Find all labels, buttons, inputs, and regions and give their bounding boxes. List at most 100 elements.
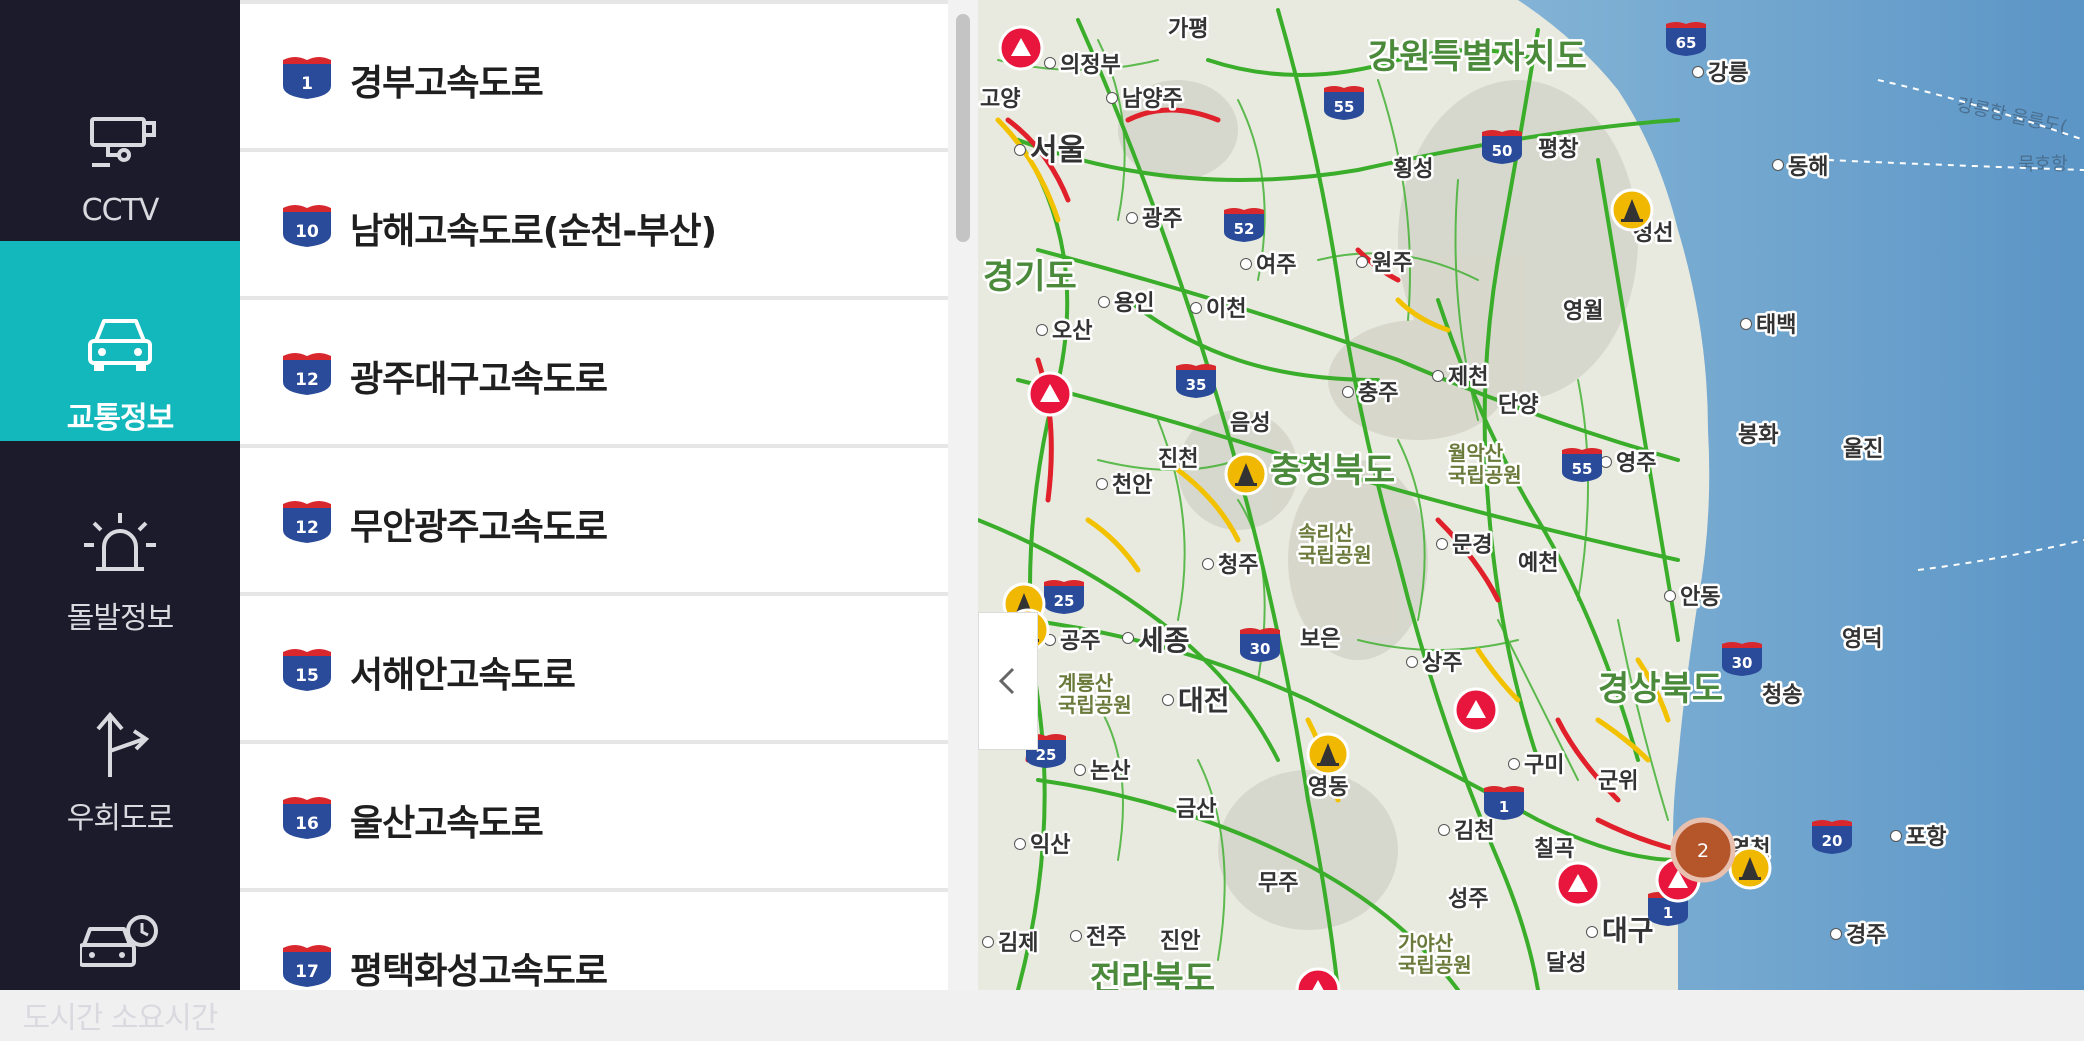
svg-text:공주: 공주 — [1060, 629, 1100, 654]
svg-text:천안: 천안 — [1112, 473, 1152, 498]
route-shield-icon: 25 — [1044, 580, 1084, 614]
svg-text:보은: 보은 — [1300, 627, 1340, 652]
svg-text:35: 35 — [1186, 376, 1207, 394]
side-nav: CCTV 교통정보 돌발정보 우회도로 도시간 소요시간 — [0, 0, 240, 1036]
svg-text:25: 25 — [1036, 746, 1057, 764]
highway-item[interactable]: 1 경부고속도로 — [240, 4, 948, 148]
svg-text:안동: 안동 — [1680, 585, 1720, 610]
svg-text:55: 55 — [1334, 98, 1355, 116]
nav-label-cctv: CCTV — [81, 193, 160, 228]
city-label: 달성 — [1544, 949, 1589, 979]
map-canvas[interactable]: 강원특별자치도 경기도 충청북도 경상북도 전라북도 월악산 국립공원 속리산 국립… — [978, 0, 2084, 990]
svg-text:대구: 대구 — [1602, 914, 1654, 947]
list-scrollbar[interactable] — [948, 0, 978, 990]
city-label: 무주 — [1256, 869, 1301, 899]
route-shield-icon: 52 — [1224, 208, 1264, 242]
highway-shield-icon: 12 — [283, 353, 331, 395]
city-label: 진천 — [1156, 445, 1201, 475]
svg-text:52: 52 — [1234, 220, 1255, 238]
svg-text:25: 25 — [1054, 592, 1075, 610]
cctv-icon — [90, 117, 156, 167]
construction-marker-icon[interactable] — [1610, 188, 1654, 232]
highway-shield-icon: 15 — [283, 649, 331, 691]
nav-item-cctv[interactable]: CCTV — [0, 41, 240, 241]
svg-text:김천: 김천 — [1454, 819, 1494, 844]
car-icon — [88, 319, 152, 371]
nav-item-traffic[interactable]: 교통정보 — [0, 241, 240, 441]
highway-number: 1 — [301, 74, 313, 94]
highway-item[interactable]: 15 서해안고속도로 — [240, 596, 948, 740]
nav-item-incident[interactable]: 돌발정보 — [0, 441, 240, 641]
highway-number: 12 — [295, 370, 319, 390]
svg-text:오산: 오산 — [1052, 319, 1092, 344]
highway-item[interactable]: 12 무안광주고속도로 — [240, 448, 948, 592]
svg-text:1: 1 — [1663, 904, 1673, 922]
svg-text:세종: 세종 — [1138, 624, 1190, 657]
svg-text:충주: 충주 — [1358, 381, 1398, 406]
svg-text:20: 20 — [1822, 832, 1843, 850]
construction-marker-icon[interactable] — [1728, 846, 1772, 890]
city-label: 봉화 — [1736, 421, 1781, 451]
svg-text:여주: 여주 — [1256, 253, 1296, 278]
city-label: 영월 — [1561, 297, 1606, 327]
svg-text:봉화: 봉화 — [1738, 423, 1778, 448]
route-shield-icon: 50 — [1482, 130, 1522, 164]
city-label: 음성 — [1228, 409, 1273, 439]
traffic-map[interactable]: 강원특별자치도 경기도 충청북도 경상북도 전라북도 월악산 국립공원 속리산 국립… — [978, 0, 2084, 990]
nav-item-detour[interactable]: 우회도로 — [0, 641, 240, 841]
highway-name: 경부고속도로 — [350, 63, 544, 104]
highway-name: 서해안고속도로 — [350, 655, 576, 696]
svg-text:영동: 영동 — [1308, 775, 1348, 800]
collapse-panel-button[interactable] — [978, 612, 1038, 750]
city-label: 가평 — [1166, 15, 1211, 45]
svg-text:청송: 청송 — [1762, 683, 1802, 708]
accident-marker-icon[interactable] — [1027, 371, 1073, 417]
highway-item[interactable]: 17 평택화성고속도로 — [240, 892, 948, 990]
highway-item[interactable]: 12 광주대구고속도로 — [240, 300, 948, 444]
city-label: 보은 — [1298, 625, 1343, 655]
route-shield-icon: 30 — [1240, 628, 1280, 662]
svg-text:가평: 가평 — [1168, 17, 1208, 42]
cluster-marker[interactable]: 2 — [1670, 817, 1736, 883]
highway-item[interactable]: 16 울산고속도로 — [240, 744, 948, 888]
svg-text:전주: 전주 — [1086, 925, 1126, 950]
nav-item-intercity-time[interactable]: 도시간 소요시간 — [0, 841, 240, 1041]
accident-marker-icon[interactable] — [998, 25, 1044, 71]
city-label: 예천 — [1516, 549, 1561, 579]
svg-text:대전: 대전 — [1178, 684, 1230, 717]
accident-marker-icon[interactable] — [1453, 687, 1499, 733]
svg-text:칠곡: 칠곡 — [1534, 837, 1574, 862]
city-label: 고양 — [978, 85, 1023, 115]
highway-number: 16 — [295, 814, 319, 834]
svg-text:남양주: 남양주 — [1122, 87, 1183, 112]
highway-item[interactable]: 10 남해고속도로(순천-부산) — [240, 152, 948, 296]
svg-text:동해: 동해 — [1788, 155, 1828, 180]
province-label: 경상북도 — [1598, 669, 1723, 709]
construction-marker-icon[interactable] — [1306, 732, 1350, 776]
accident-marker-icon[interactable] — [1555, 861, 1601, 907]
svg-text:음성: 음성 — [1230, 411, 1270, 436]
scroll-thumb[interactable] — [956, 14, 970, 242]
svg-text:서울: 서울 — [1030, 133, 1085, 168]
nav-label-traffic: 교통정보 — [66, 401, 174, 436]
city-label: 울진 — [1841, 435, 1886, 465]
route-shield-icon: 55 — [1562, 448, 1602, 482]
construction-marker-icon[interactable] — [1224, 452, 1268, 496]
route-shield-icon: 1 — [1484, 786, 1524, 820]
route-shield-icon: 30 — [1722, 642, 1762, 676]
city-label: 청송 — [1760, 681, 1805, 711]
svg-text:진천: 진천 — [1158, 447, 1198, 472]
highway-name: 광주대구고속도로 — [350, 359, 608, 400]
highway-shield-icon: 10 — [283, 205, 331, 247]
city-label: 금산 — [1174, 795, 1219, 825]
svg-text:김제: 김제 — [998, 931, 1038, 956]
svg-text:원주: 원주 — [1372, 251, 1412, 276]
city-label: 평창 — [1536, 135, 1581, 165]
svg-text:경주: 경주 — [1846, 923, 1886, 948]
svg-text:55: 55 — [1572, 460, 1593, 478]
city-label: 군위 — [1596, 767, 1641, 797]
highway-number: 17 — [295, 962, 319, 982]
highway-name: 울산고속도로 — [350, 803, 544, 844]
city-label: 진안 — [1158, 927, 1203, 957]
province-label: 전라북도 — [1090, 959, 1215, 990]
